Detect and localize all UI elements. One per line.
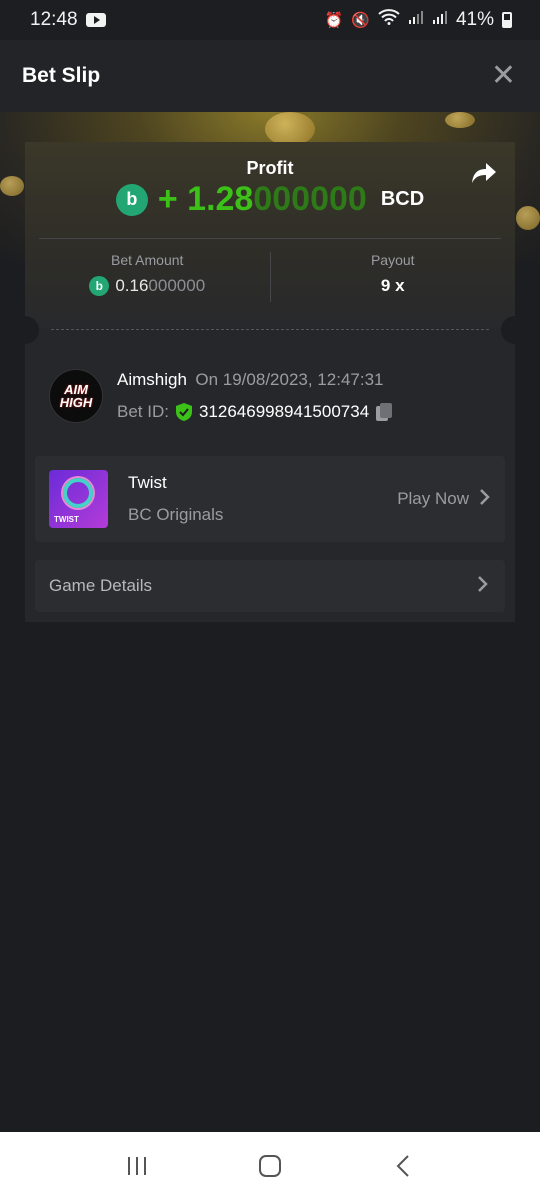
profit-currency: BCD	[380, 188, 425, 210]
share-icon[interactable]	[471, 162, 497, 189]
signal-icon	[408, 9, 424, 31]
battery-level: 41%	[455, 9, 494, 30]
system-nav-bar	[0, 1132, 540, 1200]
bet-id-label: Bet ID:	[117, 402, 169, 421]
profit-row: b + 1.28000000 BCD	[25, 180, 515, 219]
clock: 12:48	[30, 9, 78, 30]
bcd-coin-icon: b	[89, 276, 110, 296]
bet-stats: Bet Amount b 0.16000000 Payout 9 x	[25, 252, 515, 302]
coin-decoration	[0, 176, 24, 196]
home-icon[interactable]	[250, 1146, 290, 1186]
divider	[39, 238, 501, 239]
gem-ring-icon	[63, 478, 93, 508]
youtube-icon	[85, 13, 106, 27]
ticket-notch	[501, 316, 529, 344]
avatar-logo-text: AIM HIGH	[59, 382, 93, 410]
coin-decoration	[445, 112, 475, 128]
bet-slip-card: Profit b + 1.28000000 BCD Bet Amount b 0…	[11, 142, 529, 622]
alarm-icon: ⏰	[324, 12, 344, 29]
play-now-button[interactable]: Play Now	[397, 488, 491, 511]
game-details-button[interactable]: Game Details	[35, 560, 505, 612]
profit-amount: + 1.28000000	[157, 180, 367, 218]
payout-label: Payout	[370, 252, 415, 268]
bet-id: 312646998941500734	[198, 402, 370, 421]
copy-icon[interactable]	[375, 402, 393, 422]
ticket-notch	[11, 316, 39, 344]
back-icon[interactable]	[383, 1146, 423, 1186]
wifi-icon	[378, 9, 400, 31]
bet-amount-value: b 0.16000000	[25, 276, 270, 296]
game-row[interactable]: TWIST Twist BC Originals Play Now	[35, 456, 505, 542]
game-thumbnail-label: TWIST	[54, 515, 79, 524]
battery-icon	[502, 12, 512, 28]
profit-label: Profit	[246, 158, 294, 178]
bet-date: On 19/08/2023, 12:47:31	[195, 370, 384, 389]
profit-panel: Profit b + 1.28000000 BCD Bet Amount b 0…	[25, 142, 515, 328]
bet-amount: Bet Amount b 0.16000000	[25, 252, 270, 302]
bet-slip-header: Bet Slip ✕	[0, 40, 540, 112]
shield-check-icon	[175, 402, 193, 422]
avatar[interactable]: AIM HIGH	[49, 369, 103, 423]
recent-apps-icon[interactable]	[117, 1146, 157, 1186]
mute-icon: 🔇	[351, 12, 370, 29]
bettor-name[interactable]: Aimshigh	[117, 370, 187, 389]
payout: Payout 9 x	[271, 252, 516, 302]
bet-amount-label: Bet Amount	[111, 252, 184, 268]
bet-id-row: Bet ID: 312646998941500734	[117, 402, 393, 422]
coin-decoration	[516, 206, 540, 230]
status-bar: 12:48 ⏰ 🔇 41%	[0, 0, 540, 40]
bettor-info: AIM HIGH Aimshigh On 19/08/2023, 12:47:3…	[49, 369, 393, 423]
game-details-label: Game Details	[49, 576, 152, 595]
play-now-label: Play Now	[397, 489, 469, 508]
game-thumbnail[interactable]: TWIST	[49, 470, 108, 528]
signal-icon	[432, 9, 448, 31]
game-info: Twist BC Originals	[128, 473, 397, 525]
dashed-divider	[51, 329, 489, 330]
game-provider: BC Originals	[128, 505, 224, 524]
chevron-right-icon	[477, 575, 489, 598]
game-name: Twist	[128, 473, 167, 492]
chevron-right-icon	[479, 488, 491, 511]
payout-value: 9 x	[380, 276, 405, 295]
close-icon[interactable]: ✕	[491, 61, 516, 91]
bcd-coin-icon: b	[115, 183, 148, 216]
coin-decoration	[265, 112, 315, 146]
page-title: Bet Slip	[22, 64, 101, 87]
